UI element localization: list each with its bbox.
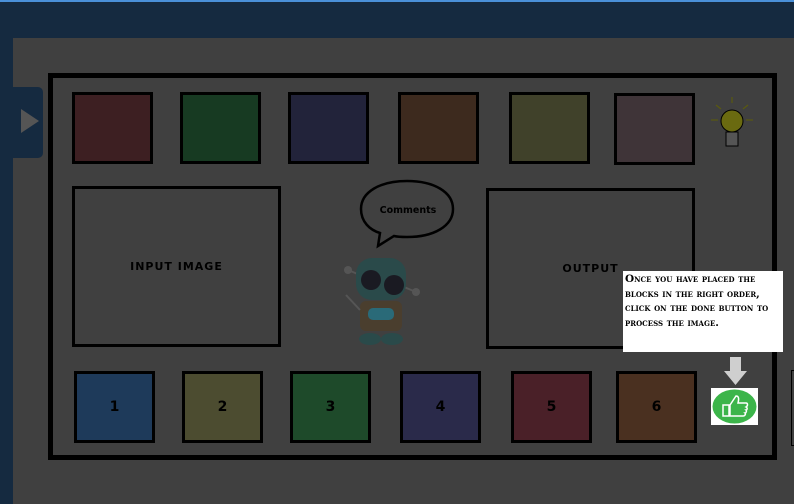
top-bar	[0, 0, 794, 38]
palette-block-2[interactable]	[180, 92, 261, 164]
palette-block-3[interactable]	[288, 92, 369, 164]
output-label: Output	[562, 262, 619, 275]
thumbs-up-icon	[712, 389, 757, 424]
slot-5[interactable]: 5	[511, 371, 592, 443]
palette-block-1[interactable]	[72, 92, 153, 164]
palette-block-5[interactable]	[509, 92, 590, 164]
lightbulb-icon[interactable]	[710, 95, 754, 155]
slot-number: 3	[325, 399, 336, 415]
palette-block-4[interactable]	[398, 92, 479, 164]
slot-3[interactable]: 3	[290, 371, 371, 443]
left-strip	[0, 38, 13, 504]
input-image-panel: Input Image	[72, 186, 281, 347]
instruction-tooltip: Once you have placed the blocks in the r…	[623, 271, 783, 352]
input-image-label: Input Image	[130, 260, 223, 273]
play-triangle-icon	[21, 109, 39, 133]
done-button[interactable]	[711, 388, 758, 425]
slot-number: 4	[435, 399, 446, 415]
palette-block-6[interactable]	[614, 93, 695, 165]
comments-bubble: Comments	[359, 179, 455, 249]
slot-4[interactable]: 4	[400, 371, 481, 443]
slot-number: 6	[651, 399, 662, 415]
slot-1[interactable]: 1	[74, 371, 155, 443]
slot-2[interactable]: 2	[182, 371, 263, 443]
slot-6[interactable]: 6	[616, 371, 697, 443]
slot-number: 5	[546, 399, 557, 415]
arrow-down-icon	[724, 357, 747, 385]
comments-label: Comments	[380, 205, 437, 216]
slot-number: 2	[217, 399, 228, 415]
panel-toggle-button[interactable]	[13, 87, 43, 158]
robot-mascot-icon	[344, 258, 420, 345]
slot-number: 1	[109, 399, 120, 415]
